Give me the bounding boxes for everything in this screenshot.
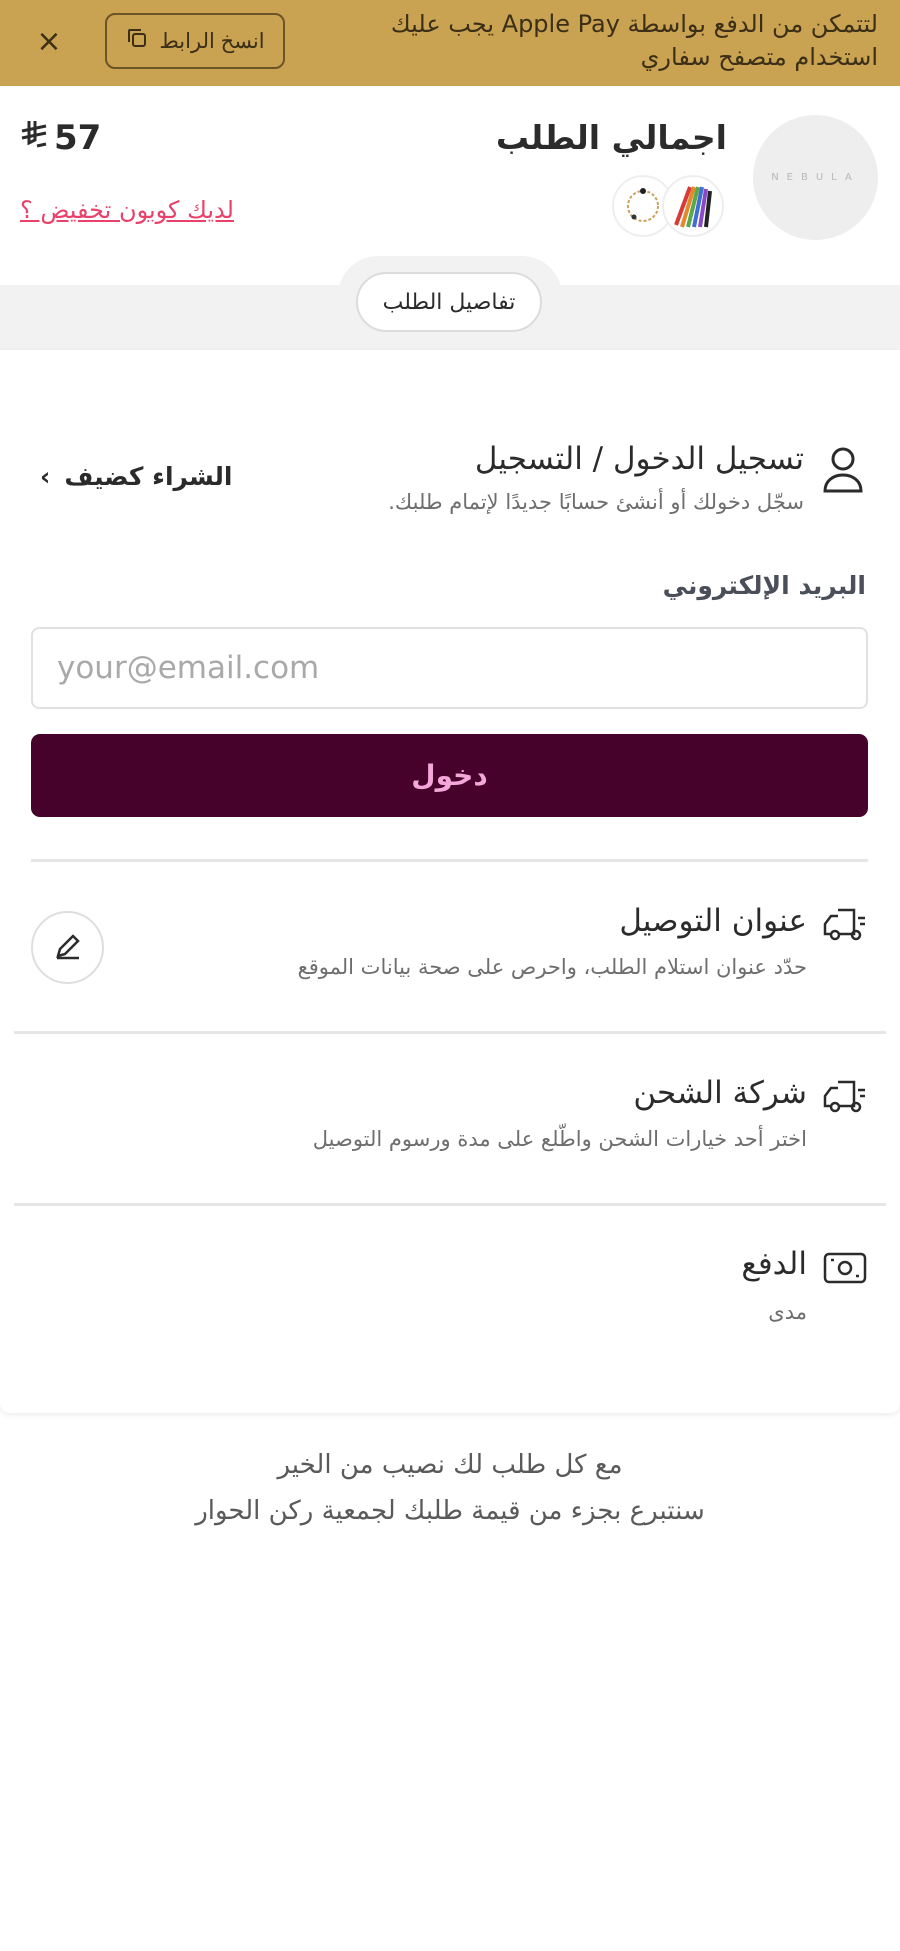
shipping-section-subtitle: اختر أحد خيارات الشحن واطّلع على مدة ورس… — [312, 1127, 807, 1151]
charity-line-1: مع كل طلب لك نصيب من الخير — [277, 1450, 623, 1480]
section-divider — [14, 1203, 886, 1206]
colored-pens-thumbnail — [662, 175, 724, 237]
shipping-truck-icon — [822, 1076, 868, 1116]
payment-section-subtitle: مدى — [768, 1300, 807, 1324]
guest-checkout-label: الشراء كضيف — [64, 462, 233, 491]
email-label: البريد الإلكتروني — [662, 571, 866, 600]
edit-address-button[interactable] — [31, 911, 104, 984]
address-section-subtitle: حدّد عنوان استلام الطلب، واحرص على صحة ب… — [297, 955, 807, 979]
shipping-section-title: شركة الشحن — [633, 1075, 807, 1111]
order-item-thumbnails — [612, 175, 727, 239]
total-amount-value: 57 — [54, 118, 102, 158]
delivery-truck-icon — [822, 904, 868, 944]
order-total-label: اجمالي الطلب — [495, 118, 727, 157]
copy-link-button[interactable]: انسخ الرابط — [105, 13, 285, 69]
charity-line-2: سنتبرع بجزء من قيمة طلبك لجمعية ركن الحو… — [195, 1496, 705, 1526]
banner-message: لتتمكن من الدفع بواسطة Apple Pay يجب علي… — [390, 10, 878, 71]
order-details-button[interactable]: تفاصيل الطلب — [356, 272, 542, 332]
login-button[interactable]: دخول — [31, 734, 868, 817]
address-section-title: عنوان التوصيل — [619, 903, 807, 939]
copy-link-label: انسخ الرابط — [159, 29, 265, 53]
login-section-subtitle: سجّل دخولك أو أنشئ حسابًا جديدًا لإتمام … — [388, 490, 804, 514]
login-section-title: تسجيل الدخول / التسجيل — [474, 441, 804, 477]
payment-section-title: الدفع — [741, 1246, 807, 1282]
section-divider — [31, 859, 868, 862]
user-icon — [820, 444, 866, 494]
store-logo: NEBULA — [753, 115, 878, 240]
apple-pay-banner: لتتمكن من الدفع بواسطة Apple Pay يجب علي… — [0, 0, 900, 86]
section-divider — [14, 1031, 886, 1034]
close-banner-button[interactable]: × — [34, 22, 64, 62]
order-total-amount: 57 — [20, 118, 101, 158]
email-input[interactable] — [31, 627, 868, 709]
guest-checkout-link[interactable]: الشراء كضيف › — [40, 462, 232, 491]
riyal-sign-icon — [20, 118, 48, 158]
cash-icon — [822, 1250, 868, 1286]
pencil-icon — [53, 931, 83, 964]
copy-icon — [125, 26, 149, 56]
coupon-link[interactable]: لديك كوبون تخفيض ؟ — [20, 196, 234, 224]
chevron-left-icon: › — [40, 462, 51, 491]
